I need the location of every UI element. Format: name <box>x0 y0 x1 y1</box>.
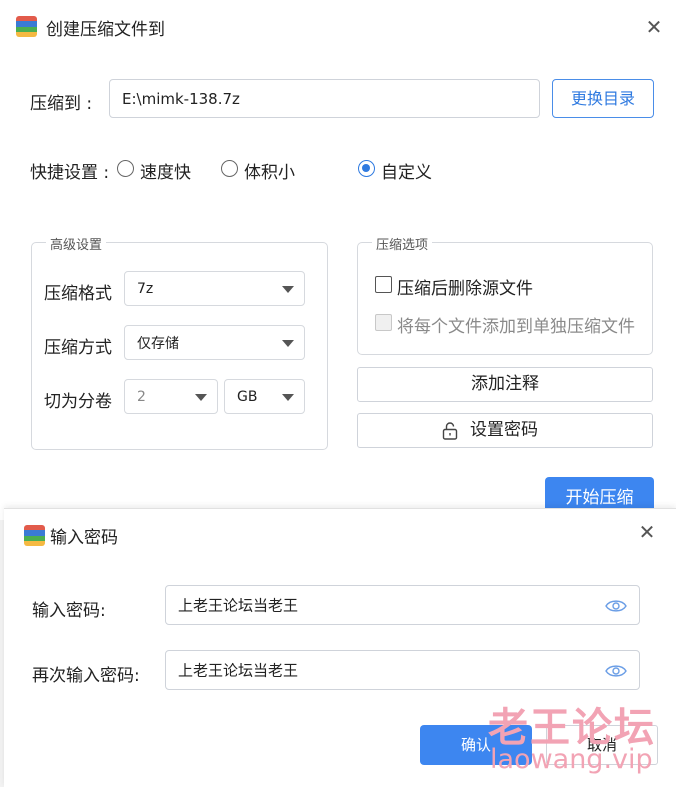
delete-source-label[interactable]: 压缩后删除源文件 <box>397 274 533 299</box>
set-password-label: 设置密码 <box>470 420 538 440</box>
set-password-button[interactable]: 设置密码 <box>357 413 653 448</box>
method-select[interactable]: 仅存储 <box>124 325 305 360</box>
quick-settings-label: 快捷设置 : <box>30 163 110 183</box>
close-icon[interactable]: ✕ <box>636 521 658 543</box>
path-input[interactable]: E:\mimk-138.7z <box>109 79 540 118</box>
title-bar: 创建压缩文件到 ✕ <box>0 0 676 56</box>
password-input[interactable]: 上老王论坛当老王 <box>165 585 640 625</box>
split-unit-select[interactable]: GB <box>224 379 305 414</box>
separate-archive-checkbox[interactable] <box>375 314 392 331</box>
radio-speed-label[interactable]: 速度快 <box>140 158 191 183</box>
radio-size-label[interactable]: 体积小 <box>244 158 295 183</box>
format-value: 7z <box>137 280 154 297</box>
method-value: 仅存储 <box>137 335 179 352</box>
confirm-button[interactable]: 确认 <box>420 725 532 765</box>
path-label: 压缩到 : <box>30 94 93 114</box>
radio-custom[interactable] <box>358 160 375 177</box>
password-dialog: 输入密码 ✕ 输入密码: 上老王论坛当老王 再次输入密码: 上老王论坛当老王 确… <box>4 508 676 787</box>
password-label: 输入密码: <box>32 601 106 621</box>
delete-source-checkbox[interactable] <box>375 276 392 293</box>
advanced-settings-title: 高级设置 <box>46 234 107 253</box>
compress-dialog: 创建压缩文件到 ✕ 压缩到 : E:\mimk-138.7z 更换目录 快捷设置… <box>0 0 676 520</box>
chevron-down-icon <box>282 339 294 347</box>
split-size-value: 2 <box>137 388 146 405</box>
confirm-password-value: 上老王论坛当老王 <box>178 661 299 680</box>
radio-speed[interactable] <box>117 160 134 177</box>
close-icon[interactable]: ✕ <box>643 16 665 38</box>
compress-options-title: 压缩选项 <box>372 234 433 253</box>
split-unit-value: GB <box>237 388 258 405</box>
eye-icon[interactable] <box>605 599 627 613</box>
radio-size[interactable] <box>221 160 238 177</box>
dialog-title: 创建压缩文件到 <box>46 20 165 40</box>
lock-icon <box>442 422 458 440</box>
cancel-button[interactable]: 取消 <box>546 725 658 765</box>
split-size-select[interactable]: 2 <box>124 379 218 414</box>
method-label: 压缩方式 <box>44 338 112 358</box>
chevron-down-icon <box>282 393 294 401</box>
chevron-down-icon <box>282 285 294 293</box>
app-icon <box>16 16 37 37</box>
radio-custom-label[interactable]: 自定义 <box>381 158 432 183</box>
change-dir-button[interactable]: 更换目录 <box>552 79 654 118</box>
format-label: 压缩格式 <box>44 284 112 304</box>
path-value: E:\mimk-138.7z <box>122 89 240 108</box>
chevron-down-icon <box>195 393 207 401</box>
add-comment-button[interactable]: 添加注释 <box>357 367 653 402</box>
confirm-password-label: 再次输入密码: <box>32 666 140 686</box>
password-value: 上老王论坛当老王 <box>178 596 299 615</box>
password-dialog-title: 输入密码 <box>50 528 118 548</box>
eye-icon[interactable] <box>605 664 627 678</box>
split-label: 切为分卷 <box>44 392 112 412</box>
separate-archive-label: 将每个文件添加到单独压缩文件 <box>397 317 635 337</box>
confirm-password-input[interactable]: 上老王论坛当老王 <box>165 650 640 690</box>
app-icon <box>24 525 45 546</box>
format-select[interactable]: 7z <box>124 271 305 306</box>
